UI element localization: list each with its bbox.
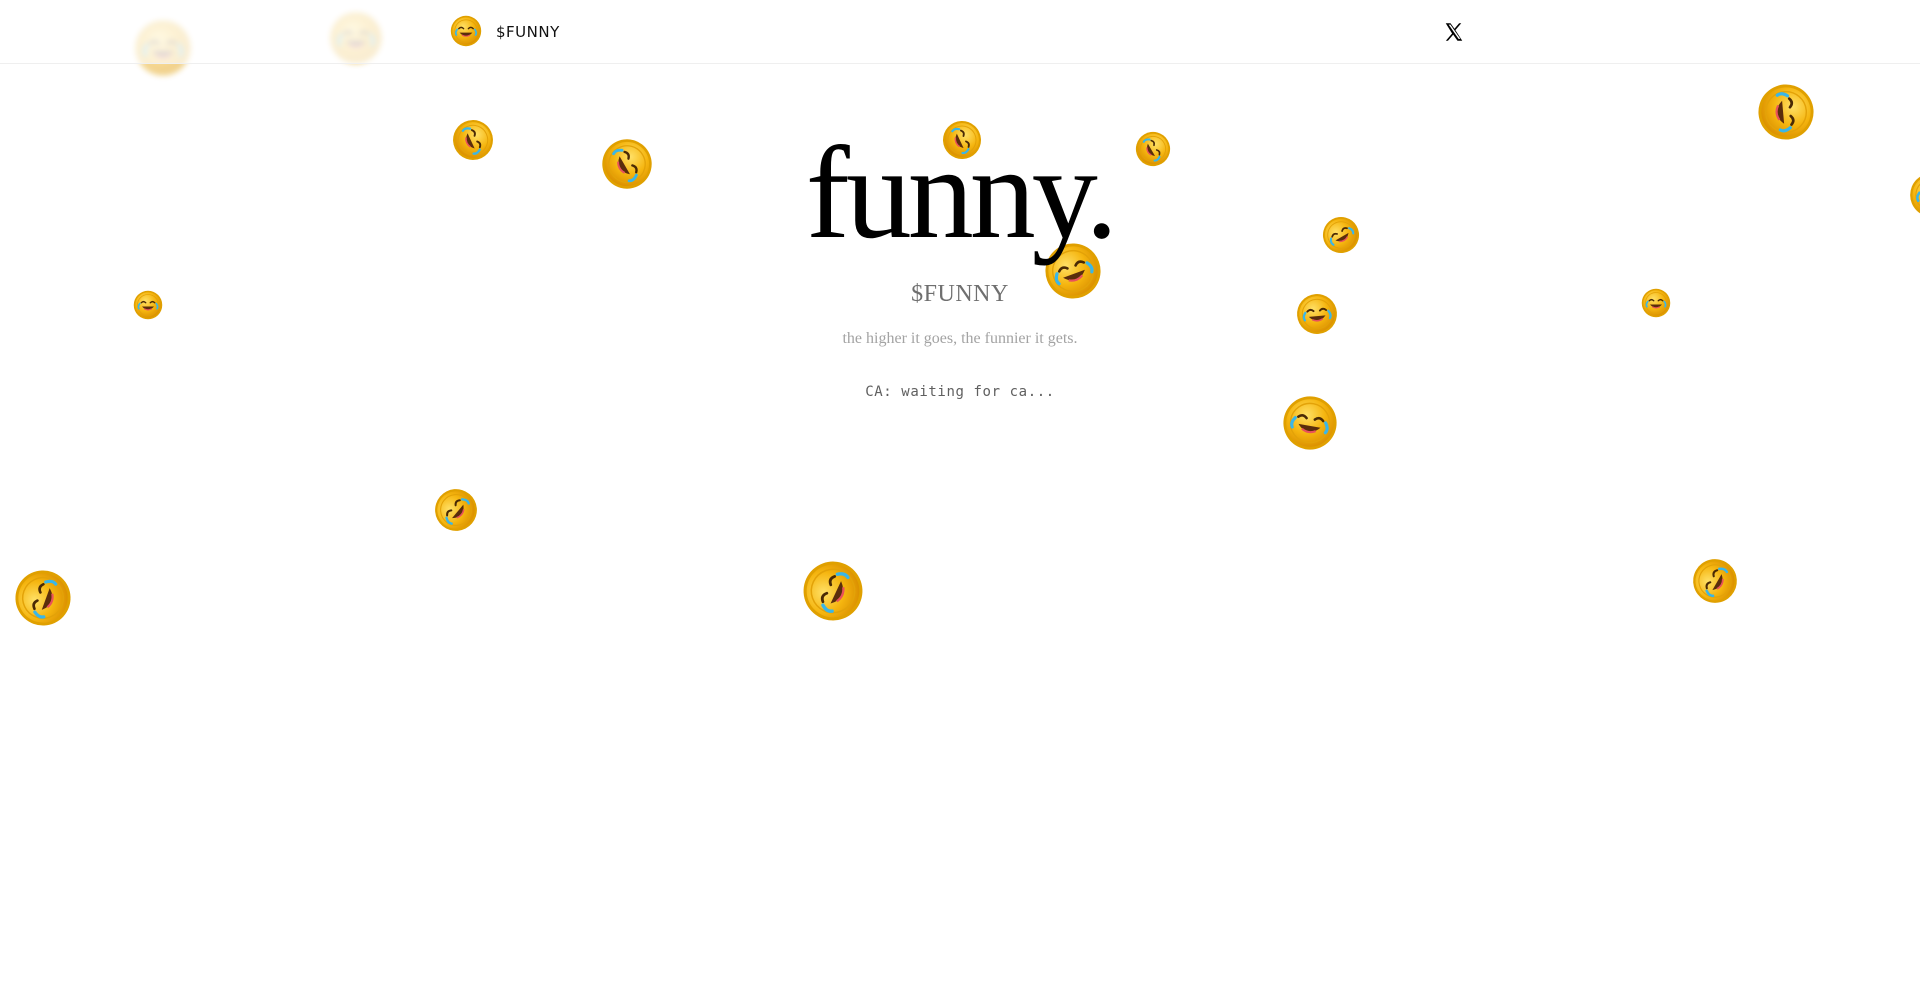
x-social-link[interactable] — [1443, 21, 1465, 43]
site-header: $FUNNY — [0, 0, 1920, 64]
contract-address[interactable]: CA: waiting for ca... — [0, 384, 1920, 400]
laughing-coin-icon[interactable] — [450, 15, 482, 47]
laughing-coin-icon — [425, 479, 487, 541]
laughing-coin-icon — [792, 550, 874, 632]
laughing-coin-icon — [1278, 391, 1343, 456]
ticker-symbol: $FUNNY — [911, 281, 1009, 307]
hero-title: funny. — [805, 119, 1118, 266]
brand-name[interactable]: $FUNNY — [496, 23, 560, 41]
laughing-coin-icon — [6, 561, 80, 635]
tagline: the higher it goes, the funnier it gets. — [842, 330, 1078, 347]
laughing-coin-icon — [1684, 550, 1747, 613]
x-logo-icon — [1445, 23, 1463, 41]
